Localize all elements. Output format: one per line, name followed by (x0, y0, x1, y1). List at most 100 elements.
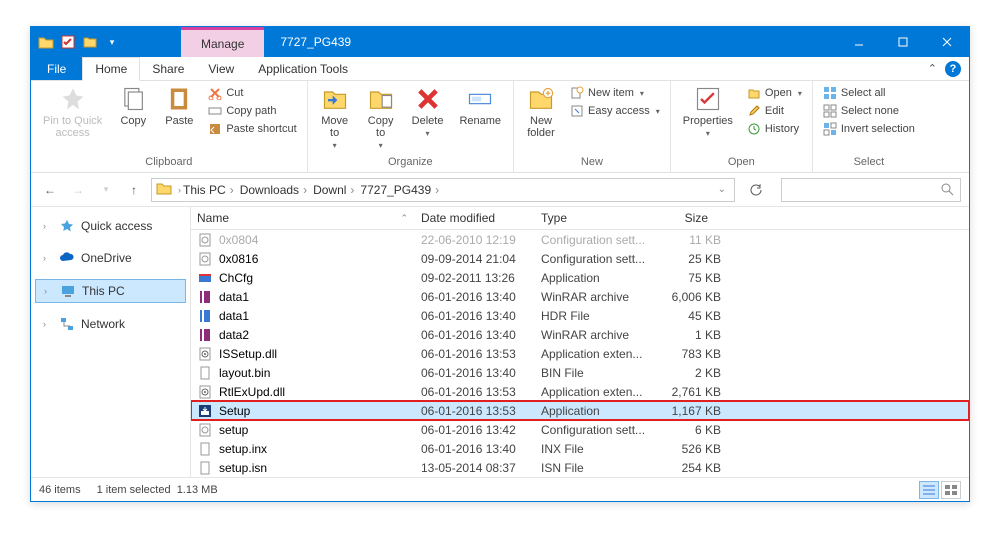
window-title: 7727_PG439 (264, 35, 837, 49)
copy-button[interactable]: Copy (112, 83, 154, 129)
refresh-button[interactable] (745, 179, 767, 201)
search-input[interactable] (781, 178, 961, 202)
file-type: Application exten... (541, 347, 659, 361)
column-size[interactable]: Size (653, 207, 715, 229)
expand-icon[interactable]: › (43, 253, 53, 263)
close-button[interactable] (925, 27, 969, 57)
file-row[interactable]: data206-01-2016 13:40WinRAR archive1 KB (191, 325, 969, 344)
collapse-ribbon-icon[interactable]: ⌃ (928, 62, 937, 75)
chevron-down-icon: ▾ (798, 89, 802, 98)
status-items: 46 items (39, 484, 81, 496)
file-row[interactable]: Setup06-01-2016 13:53Application1,167 KB (191, 401, 969, 420)
paste-shortcut-button[interactable]: Paste shortcut (204, 121, 300, 137)
new-folder-button[interactable]: New folder (520, 83, 562, 141)
file-type-icon (197, 403, 213, 419)
paste-button[interactable]: Paste (158, 83, 200, 129)
open-button[interactable]: Open ▾ (743, 85, 806, 101)
recent-dropdown[interactable]: ▾ (95, 179, 117, 201)
file-type-icon (197, 365, 213, 381)
file-row[interactable]: setup.isn13-05-2014 08:37ISN File254 KB (191, 458, 969, 477)
tree-network[interactable]: › Network (35, 313, 186, 335)
file-type: HDR File (541, 309, 659, 323)
back-button[interactable]: ← (39, 179, 61, 201)
properties-button[interactable]: Properties ▾ (677, 83, 739, 140)
file-name: data1 (219, 309, 421, 323)
file-row[interactable]: setup06-01-2016 13:42Configuration sett.… (191, 420, 969, 439)
expand-icon[interactable]: › (43, 319, 53, 329)
history-button[interactable]: History (743, 121, 806, 137)
column-date[interactable]: Date modified (415, 207, 535, 229)
delete-button[interactable]: Delete ▾ (406, 83, 450, 140)
file-type-icon (197, 251, 213, 267)
forward-button[interactable]: → (67, 179, 89, 201)
crumb-downloads[interactable]: Downloads (240, 183, 311, 197)
file-size: 1 KB (659, 328, 721, 342)
copy-path-button[interactable]: Copy path (204, 103, 300, 119)
crumb-downl[interactable]: Downl (313, 183, 358, 197)
file-row[interactable]: setup.inx06-01-2016 13:40INX File526 KB (191, 439, 969, 458)
file-type-icon (197, 289, 213, 305)
file-size: 11 KB (659, 233, 721, 247)
manage-label: Manage (201, 37, 244, 51)
file-row[interactable]: data106-01-2016 13:40WinRAR archive6,006… (191, 287, 969, 306)
file-date: 06-01-2016 13:42 (421, 423, 541, 437)
file-row[interactable]: RtlExUpd.dll06-01-2016 13:53Application … (191, 382, 969, 401)
status-bar: 46 items 1 item selected 1.13 MB (31, 477, 969, 501)
cut-button[interactable]: Cut (204, 85, 300, 101)
address-dropdown-icon[interactable]: ⌄ (718, 184, 730, 195)
expand-icon[interactable]: › (43, 221, 53, 231)
file-row[interactable]: 0x080422-06-2010 12:19Configuration sett… (191, 230, 969, 249)
tree-quick-access[interactable]: › Quick access (35, 215, 186, 237)
minimize-button[interactable] (837, 27, 881, 57)
icons-view-button[interactable] (941, 481, 961, 499)
details-view-button[interactable] (919, 481, 939, 499)
tree-onedrive[interactable]: › OneDrive (35, 247, 186, 269)
tab-view[interactable]: View (196, 57, 246, 80)
file-size: 254 KB (659, 461, 721, 475)
tree-this-pc[interactable]: › This PC (35, 279, 186, 303)
file-date: 06-01-2016 13:40 (421, 309, 541, 323)
file-row[interactable]: ISSetup.dll06-01-2016 13:53Application e… (191, 344, 969, 363)
up-button[interactable]: ↑ (123, 179, 145, 201)
easy-access-button[interactable]: Easy access ▾ (566, 103, 664, 119)
crumb-this-pc[interactable]: This PC (183, 183, 238, 197)
copy-to-button[interactable]: Copy to ▾ (360, 83, 402, 152)
file-type: Application exten... (541, 385, 659, 399)
move-to-button[interactable]: Move to ▾ (314, 83, 356, 152)
maximize-button[interactable] (881, 27, 925, 57)
column-name[interactable]: Name ⌃ (191, 207, 415, 229)
file-row[interactable]: data106-01-2016 13:40HDR File45 KB (191, 306, 969, 325)
file-row[interactable]: ChCfg09-02-2011 13:26Application75 KB (191, 268, 969, 287)
invert-selection-button[interactable]: Invert selection (819, 121, 919, 137)
column-type[interactable]: Type (535, 207, 653, 229)
file-size: 526 KB (659, 442, 721, 456)
rename-button[interactable]: Rename (453, 83, 507, 129)
sort-asc-icon: ⌃ (400, 213, 408, 224)
file-date: 06-01-2016 13:40 (421, 442, 541, 456)
expand-icon[interactable]: › (44, 286, 54, 296)
tab-home[interactable]: Home (82, 57, 140, 81)
qat-dropdown-icon[interactable]: ▾ (103, 33, 121, 51)
tab-application-tools[interactable]: Application Tools (246, 57, 360, 80)
crumb-7727[interactable]: 7727_PG439 (360, 183, 443, 197)
file-date: 06-01-2016 13:53 (421, 385, 541, 399)
pin-to-quick-access-button[interactable]: Pin to Quick access (37, 83, 108, 141)
contextual-tab-manage[interactable]: Manage (181, 27, 264, 57)
help-icon[interactable]: ? (945, 61, 961, 77)
file-name: ISSetup.dll (219, 347, 421, 361)
tab-share[interactable]: Share (140, 57, 196, 80)
edit-button[interactable]: Edit (743, 103, 806, 119)
ribbon-group-label: Organize (314, 156, 507, 170)
file-row[interactable]: 0x081609-09-2014 21:04Configuration sett… (191, 249, 969, 268)
breadcrumb[interactable]: › This PC Downloads Downl 7727_PG439 ⌄ (151, 178, 735, 202)
properties-icon[interactable] (59, 33, 77, 51)
file-type-icon (197, 270, 213, 286)
select-none-button[interactable]: Select none (819, 103, 919, 119)
tab-file[interactable]: File (31, 57, 82, 80)
file-row[interactable]: layout.bin06-01-2016 13:40BIN File2 KB (191, 363, 969, 382)
new-item-button[interactable]: New item ▾ (566, 85, 664, 101)
file-size: 25 KB (659, 252, 721, 266)
file-type-icon (197, 346, 213, 362)
ribbon: Pin to Quick access Copy Paste Cut (31, 81, 969, 173)
select-all-button[interactable]: Select all (819, 85, 919, 101)
